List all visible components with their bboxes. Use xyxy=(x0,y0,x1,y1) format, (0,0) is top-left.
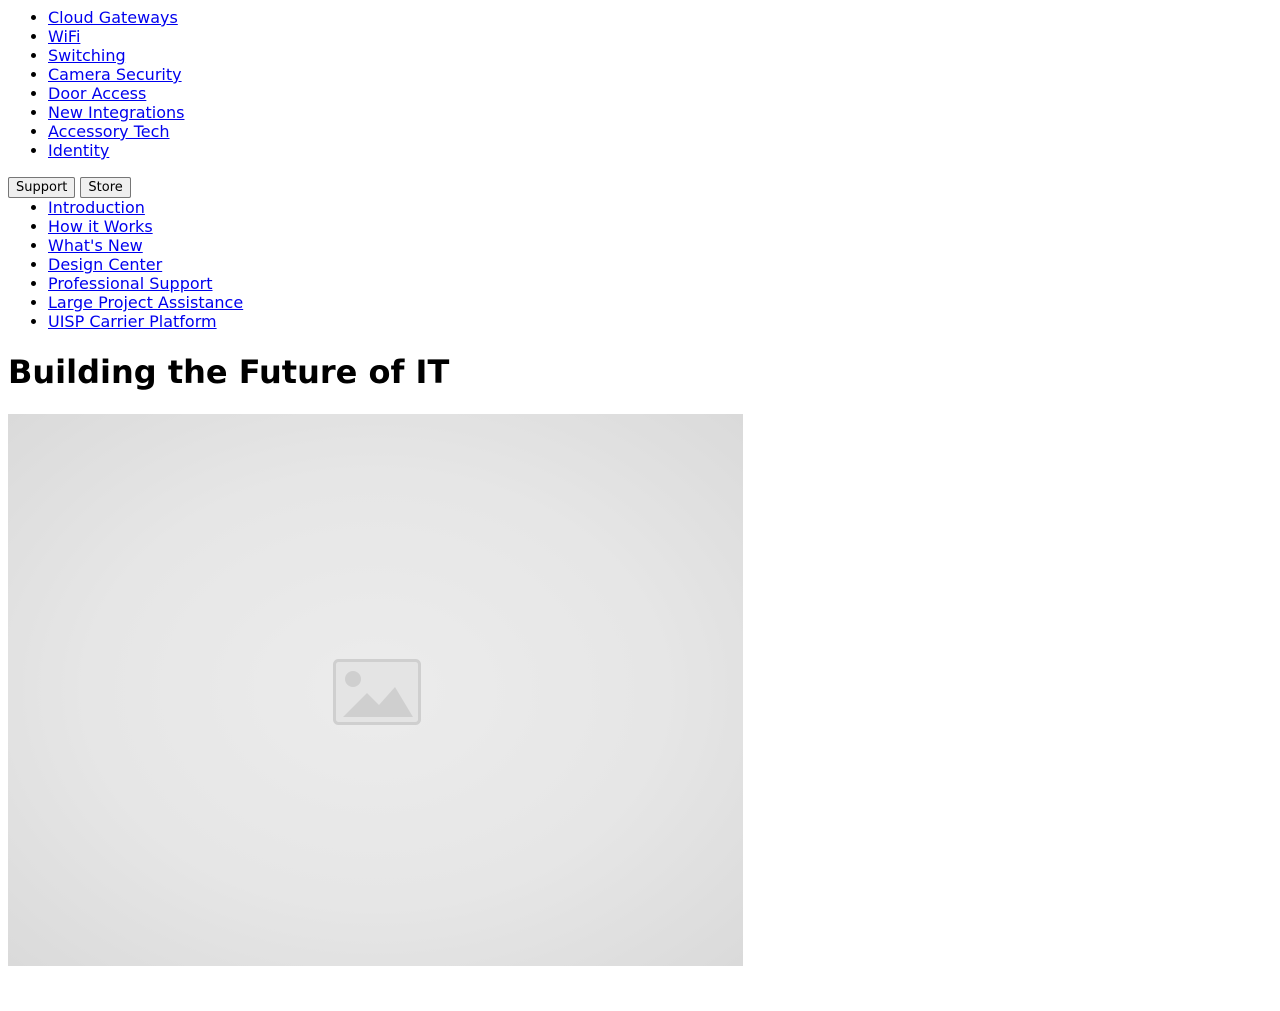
link-camera-security[interactable]: Camera Security xyxy=(48,65,182,84)
link-switching[interactable]: Switching xyxy=(48,46,126,65)
link-large-project-assistance[interactable]: Large Project Assistance xyxy=(48,293,243,312)
support-button[interactable]: Support xyxy=(8,177,76,198)
pro-nav-item-large-project-assistance: Large Project Assistance xyxy=(48,293,1272,312)
pro-nav-item-design-center: Design Center xyxy=(48,255,1272,274)
pro-nav-item-uisp-carrier-platform: UISP Carrier Platform xyxy=(48,312,1272,331)
link-accessory-tech[interactable]: Accessory Tech xyxy=(48,122,170,141)
link-design-center[interactable]: Design Center xyxy=(48,255,162,274)
image-placeholder-icon xyxy=(333,659,421,725)
intro-nav: Introduction How it Works What's New xyxy=(8,198,1272,255)
link-door-access[interactable]: Door Access xyxy=(48,84,146,103)
product-nav-item-cloud-gateways: Cloud Gateways xyxy=(48,8,1272,27)
product-nav-item-door-access: Door Access xyxy=(48,84,1272,103)
link-how-it-works[interactable]: How it Works xyxy=(48,217,153,236)
link-professional-support[interactable]: Professional Support xyxy=(48,274,213,293)
product-nav-item-wifi: WiFi xyxy=(48,27,1272,46)
product-nav: Cloud Gateways WiFi Switching Camera Sec… xyxy=(8,8,1272,160)
product-nav-item-new-integrations: New Integrations xyxy=(48,103,1272,122)
link-new-integrations[interactable]: New Integrations xyxy=(48,103,184,122)
store-button[interactable]: Store xyxy=(80,177,131,198)
link-whats-new[interactable]: What's New xyxy=(48,236,143,255)
link-introduction[interactable]: Introduction xyxy=(48,198,145,217)
link-wifi[interactable]: WiFi xyxy=(48,27,80,46)
pro-nav-item-professional-support: Professional Support xyxy=(48,274,1272,293)
intro-nav-item-introduction: Introduction xyxy=(48,198,1272,217)
link-uisp-carrier-platform[interactable]: UISP Carrier Platform xyxy=(48,312,217,331)
product-nav-item-switching: Switching xyxy=(48,46,1272,65)
hero-image xyxy=(8,414,743,966)
header-button-row: Support Store xyxy=(8,177,1272,198)
link-identity[interactable]: Identity xyxy=(48,141,109,160)
product-nav-item-accessory-tech: Accessory Tech xyxy=(48,122,1272,141)
product-nav-item-camera-security: Camera Security xyxy=(48,65,1272,84)
intro-nav-item-whats-new: What's New xyxy=(48,236,1272,255)
page: Cloud Gateways WiFi Switching Camera Sec… xyxy=(0,0,1280,974)
product-nav-item-identity: Identity xyxy=(48,141,1272,160)
intro-nav-item-how-it-works: How it Works xyxy=(48,217,1272,236)
link-cloud-gateways[interactable]: Cloud Gateways xyxy=(48,8,178,27)
pro-nav: Design Center Professional Support Large… xyxy=(8,255,1272,331)
page-title: Building the Future of IT xyxy=(8,353,450,391)
